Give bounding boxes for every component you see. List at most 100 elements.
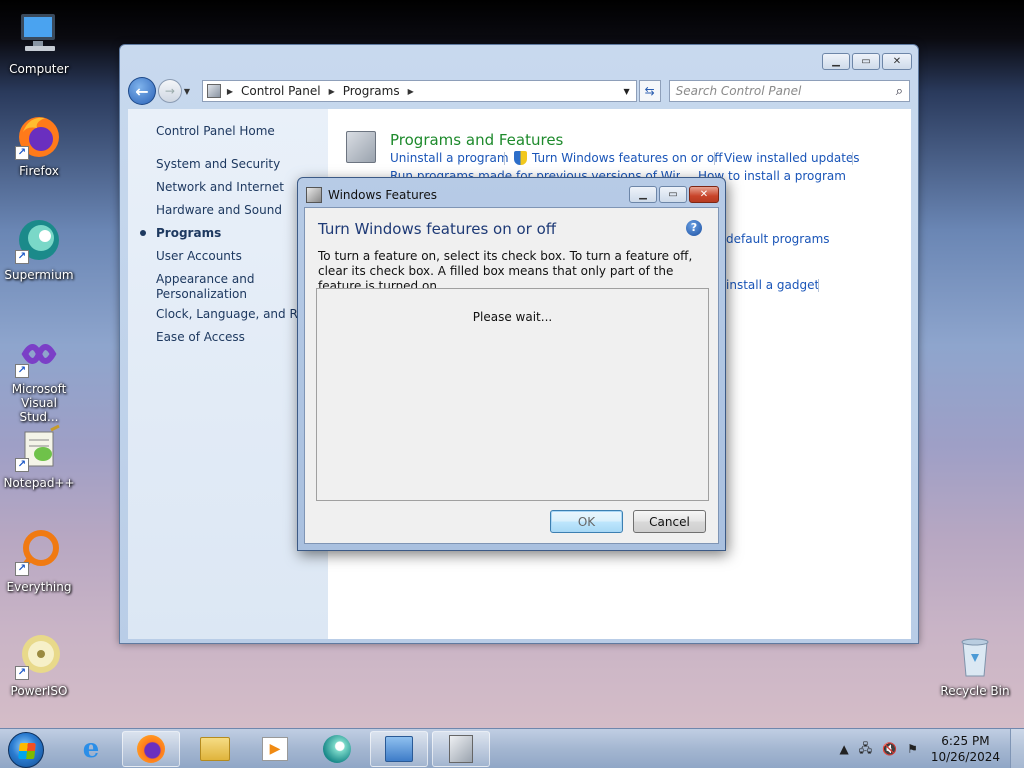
sidebar-item-clock-language[interactable]: Clock, Language, and Regi <box>156 307 298 321</box>
link-separator <box>818 279 819 292</box>
sidebar-item-system-security[interactable]: System and Security <box>156 157 280 171</box>
taskbar-internet-explorer[interactable]: e <box>62 731 120 767</box>
search-placeholder: Search Control Panel <box>675 84 802 98</box>
taskbar-windows-features[interactable] <box>432 731 490 767</box>
shortcut-arrow-icon: ↗ <box>15 250 29 264</box>
dialog-maximize-button[interactable]: ▭ <box>659 186 687 203</box>
internet-explorer-icon: e <box>82 734 100 764</box>
recent-pages-dropdown[interactable]: ▼ <box>184 87 196 96</box>
dialog-body: Turn Windows features on or off ? To tur… <box>304 207 719 544</box>
address-bar[interactable]: ▶ Control Panel ▶ Programs ▶ ▼ <box>201 80 637 102</box>
minimize-button[interactable]: ▁ <box>822 53 850 70</box>
search-icon[interactable]: ⌕ <box>896 84 903 99</box>
link-windows-features[interactable]: Turn Windows features on or off <box>532 151 723 165</box>
dialog-close-button[interactable]: ✕ <box>689 186 719 203</box>
navigation-bar: ← → ▼ ▶ Control Panel ▶ Programs ▶ ▼ ⇆ S… <box>128 77 910 105</box>
supermium-icon <box>323 735 351 763</box>
breadcrumb-separator-icon: ▶ <box>226 86 233 96</box>
forward-button[interactable]: → <box>157 79 182 103</box>
clock-date: 10/26/2024 <box>930 750 1000 764</box>
action-center-flag-icon[interactable]: ⚑ <box>907 742 918 756</box>
desktop-icon-label: Computer <box>9 62 69 76</box>
desktop-icon-label: Everything <box>6 580 72 594</box>
sidebar-item-appearance[interactable]: Appearance and Personalization <box>156 272 286 302</box>
desktop-icon-recycle-bin[interactable]: Recycle Bin <box>936 632 1014 698</box>
maximize-button[interactable]: ▭ <box>852 53 880 70</box>
desktop-icon-computer[interactable]: Computer <box>0 10 78 76</box>
active-bullet-icon <box>140 230 146 236</box>
volume-muted-icon[interactable]: 🔇 <box>882 742 897 756</box>
windows-features-dialog: Windows Features ▁ ▭ ✕ Turn Windows feat… <box>297 177 726 551</box>
loading-status: Please wait... <box>472 310 553 324</box>
taskbar-firefox[interactable] <box>122 731 180 767</box>
show-desktop-button[interactable] <box>1010 729 1024 768</box>
link-separator <box>504 152 505 165</box>
breadcrumb-separator-icon: ▶ <box>328 86 335 96</box>
dialog-title: Windows Features <box>328 188 437 202</box>
address-dropdown-icon[interactable]: ▼ <box>618 87 636 96</box>
dialog-minimize-button[interactable]: ▁ <box>629 186 657 203</box>
link-install-gadget[interactable]: install a gadget <box>726 278 819 292</box>
visual-studio-icon: ↗ <box>15 330 63 378</box>
sidebar-item-ease-of-access[interactable]: Ease of Access <box>156 330 245 344</box>
taskbar-supermium[interactable] <box>308 731 366 767</box>
firefox-icon <box>137 735 165 763</box>
link-separator <box>852 152 853 165</box>
desktop-icon-firefox[interactable]: ↗ Firefox <box>0 112 78 178</box>
sidebar-item-user-accounts[interactable]: User Accounts <box>156 249 242 263</box>
breadcrumb-programs[interactable]: Programs <box>343 84 400 98</box>
link-uninstall-program[interactable]: Uninstall a program <box>390 151 509 165</box>
link-installed-updates[interactable]: View installed updates <box>724 151 860 165</box>
windows-logo-icon <box>18 743 36 759</box>
everything-icon: ↗ <box>15 528 63 576</box>
section-title-programs-features[interactable]: Programs and Features <box>390 131 563 149</box>
sidebar-item-hardware[interactable]: Hardware and Sound <box>156 203 282 217</box>
control-panel-icon <box>206 84 221 98</box>
start-button[interactable] <box>8 732 44 768</box>
cancel-button[interactable]: Cancel <box>633 510 706 533</box>
control-panel-icon <box>385 736 413 762</box>
network-icon[interactable]: 🖧 <box>859 739 872 760</box>
media-player-icon: ▶ <box>262 737 288 761</box>
back-button[interactable]: ← <box>128 77 156 105</box>
link-default-programs[interactable]: default programs <box>726 232 830 246</box>
help-icon[interactable]: ? <box>686 220 702 236</box>
desktop-icon-label: Microsoft Visual Stud... <box>11 382 67 424</box>
breadcrumb-control-panel[interactable]: Control Panel <box>241 84 321 98</box>
desktop-icon-visual-studio[interactable]: ↗ Microsoft Visual Stud... <box>0 330 78 424</box>
ok-button[interactable]: OK <box>550 510 623 533</box>
shield-icon <box>514 151 527 165</box>
firefox-icon: ↗ <box>15 112 63 160</box>
desktop-icon-poweriso[interactable]: ↗ PowerISO <box>0 632 78 698</box>
shortcut-arrow-icon: ↗ <box>15 666 29 680</box>
feature-list[interactable]: Please wait... <box>316 288 709 501</box>
desktop-icon-supermium[interactable]: ↗ Supermium <box>0 216 78 282</box>
show-hidden-icons-button[interactable]: ▲ <box>839 742 848 756</box>
dialog-caption-buttons: ▁ ▭ ✕ <box>629 186 719 203</box>
clock-time: 6:25 PM <box>941 734 990 748</box>
desktop-icon-label: Supermium <box>4 268 74 282</box>
folder-icon <box>200 737 230 761</box>
taskbar-control-panel[interactable] <box>370 731 428 767</box>
windows-features-icon <box>449 735 473 763</box>
shortcut-arrow-icon: ↗ <box>15 562 29 576</box>
recycle-bin-icon <box>951 632 999 680</box>
desktop-icon-label: Recycle Bin <box>940 684 1010 698</box>
search-input[interactable]: Search Control Panel ⌕ <box>668 80 910 102</box>
refresh-button[interactable]: ⇆ <box>638 80 661 102</box>
taskbar-explorer[interactable] <box>186 731 244 767</box>
sidebar-item-programs[interactable]: Programs <box>156 226 221 240</box>
link-separator <box>714 152 715 165</box>
clock[interactable]: 6:25 PM 10/26/2024 <box>931 733 1000 765</box>
taskbar-media-player[interactable]: ▶ <box>246 731 304 767</box>
close-button[interactable]: ✕ <box>882 53 912 70</box>
desktop-icon-everything[interactable]: ↗ Everything <box>0 528 78 594</box>
poweriso-icon: ↗ <box>15 632 63 680</box>
window-caption-buttons: ▁ ▭ ✕ <box>822 53 912 70</box>
desktop-icon-label: PowerISO <box>10 684 68 698</box>
shortcut-arrow-icon: ↗ <box>15 458 29 472</box>
sidebar-item-network[interactable]: Network and Internet <box>156 180 284 194</box>
desktop-icon-notepadpp[interactable]: ↗ Notepad++ <box>0 424 78 490</box>
sidebar-item-home[interactable]: Control Panel Home <box>156 124 275 138</box>
supermium-icon: ↗ <box>15 216 63 264</box>
